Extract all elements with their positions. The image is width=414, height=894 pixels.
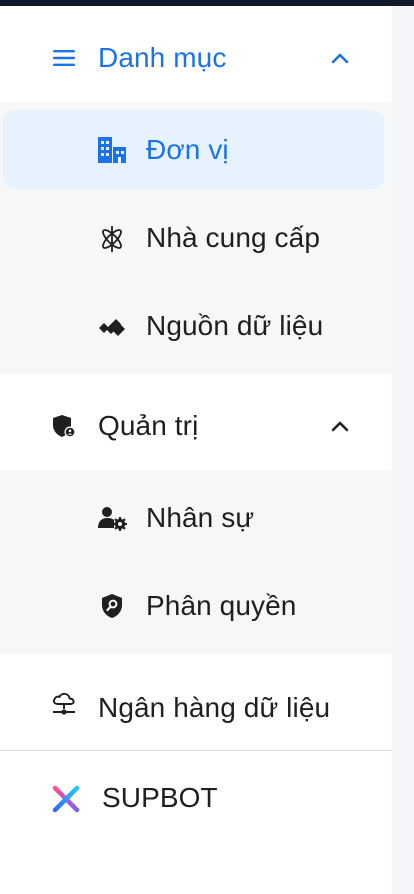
divider — [0, 750, 392, 751]
data-source-icon — [97, 312, 127, 342]
sidebar: Danh mục Đơn vị Nhà cung cấp Nguồn dữ li… — [0, 6, 392, 894]
supbot-logo-icon — [51, 784, 81, 814]
menu-icon — [52, 46, 76, 70]
sidebar-item-label: Ngân hàng dữ liệu — [98, 692, 331, 723]
sidebar-item-label: Nhà cung cấp — [146, 222, 320, 253]
content-edge — [391, 6, 414, 894]
sidebar-item-label: Đơn vị — [146, 134, 229, 165]
sidebar-item-label: Nhân sự — [146, 502, 255, 533]
cloud-network-icon — [50, 690, 78, 718]
menu-group-admin[interactable]: Quản trị — [0, 382, 392, 466]
shield-key-icon — [100, 592, 124, 620]
sidebar-item-label: Nguồn dữ liệu — [146, 310, 324, 341]
sidebar-item-supbot[interactable]: SUPBOT — [0, 758, 392, 838]
sidebar-item-label: Phân quyền — [146, 590, 297, 621]
building-icon — [96, 134, 128, 166]
sidebar-item-label: SUPBOT — [102, 782, 218, 813]
sidebar-item-phan-quyen[interactable]: Phân quyền — [0, 566, 392, 646]
menu-group-catalog[interactable]: Danh mục — [0, 16, 392, 100]
chevron-up-icon[interactable] — [328, 46, 352, 70]
sidebar-item-ngan-hang-du-lieu[interactable]: Ngân hàng dữ liệu — [0, 662, 392, 746]
user-gear-icon — [97, 504, 127, 534]
sidebar-item-nhan-su[interactable]: Nhân sự — [0, 478, 392, 558]
shield-user-icon — [50, 412, 78, 440]
menu-group-label: Danh mục — [98, 42, 227, 73]
sidebar-item-don-vi[interactable]: Đơn vị — [0, 110, 392, 189]
chevron-up-icon[interactable] — [328, 414, 352, 438]
menu-group-label: Quản trị — [98, 410, 199, 441]
atom-icon — [97, 224, 127, 254]
sidebar-item-nguon-du-lieu[interactable]: Nguồn dữ liệu — [0, 286, 392, 366]
sidebar-item-nha-cung-cap[interactable]: Nhà cung cấp — [0, 198, 392, 278]
